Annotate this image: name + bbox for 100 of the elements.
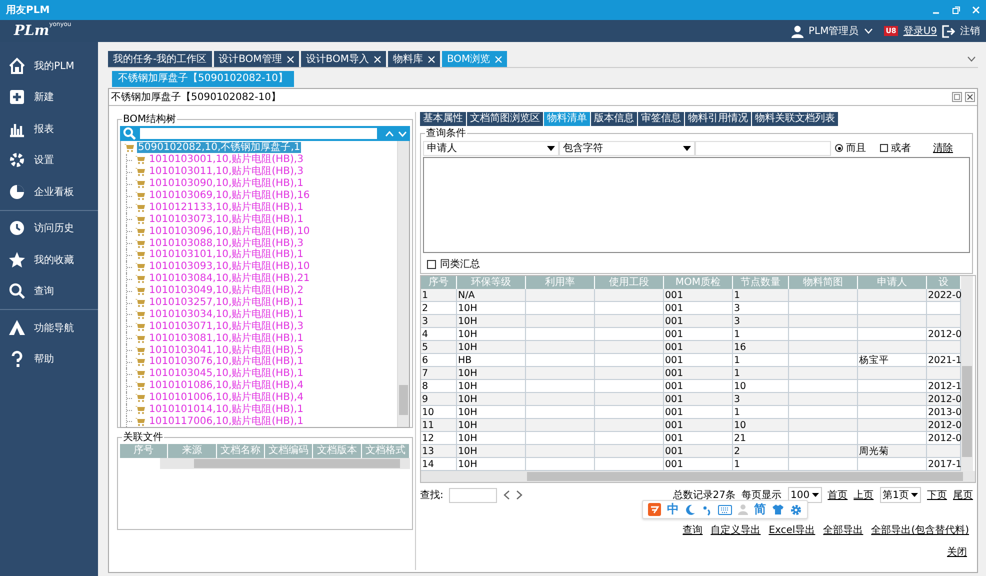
search-icon[interactable] <box>123 127 136 140</box>
action-link[interactable]: 全部导出 <box>823 523 864 537</box>
field-select[interactable]: 申请人 <box>423 140 559 156</box>
tab[interactable]: 物料清单 <box>544 112 590 126</box>
tree-item[interactable]: 1010121133,10,贴片电阻(HB),1 <box>148 202 304 213</box>
tab[interactable]: 设计BOM管理 <box>214 51 299 67</box>
chevron-right-icon[interactable] <box>516 490 524 500</box>
vertical-scrollbar[interactable] <box>397 141 409 428</box>
condition-area[interactable] <box>423 157 970 253</box>
tab[interactable]: 审签信息 <box>638 112 684 126</box>
sidebar-item[interactable]: 设置 <box>0 144 98 176</box>
tree-item[interactable]: 1010101014,10,贴片电阻(HB),1 <box>148 404 304 416</box>
close-icon[interactable] <box>965 92 975 102</box>
tree-item[interactable]: 1010101086,10,贴片电阻(HB),4 <box>148 380 304 392</box>
chevron-left-icon[interactable] <box>503 490 510 500</box>
sidebar-item[interactable]: 查询 <box>0 276 98 307</box>
horizontal-scrollbar[interactable] <box>160 458 410 469</box>
chevron-down-icon[interactable] <box>967 56 976 62</box>
next-page-link[interactable]: 下页 <box>927 488 947 502</box>
cart-icon <box>135 191 145 200</box>
previous-page-link[interactable]: 上页 <box>854 488 874 502</box>
checkbox[interactable] <box>427 260 436 268</box>
sidebar-item[interactable]: 报表 <box>0 113 98 144</box>
sidebar-item[interactable]: 我的PLM <box>0 50 98 82</box>
tab[interactable]: 版本信息 <box>591 112 637 126</box>
user-menu[interactable]: PLM管理员 <box>808 24 859 38</box>
tree-item[interactable]: 1010103071,10,贴片电阻(HB),3 <box>148 320 304 332</box>
close-link[interactable]: 关闭 <box>947 545 967 559</box>
cart-icon <box>135 226 145 236</box>
tab[interactable]: 文档简图浏览区 <box>467 112 543 126</box>
moon-icon[interactable] <box>685 504 696 516</box>
tree-item[interactable]: 1010103011,10,贴片电阻(HB),3 <box>148 166 304 178</box>
keyboard-icon[interactable] <box>718 504 732 514</box>
cart-icon <box>135 405 145 414</box>
script-toggle[interactable]: 简 <box>754 503 766 516</box>
input-mode-toggle[interactable]: 中 <box>667 503 679 516</box>
radio-button[interactable] <box>880 144 888 152</box>
tree-item[interactable]: 1010103049,10,贴片电阻(HB),2 <box>148 285 304 296</box>
chevron-up-icon[interactable] <box>385 130 394 136</box>
logout-link[interactable]: 注销 <box>960 24 980 38</box>
shirt-icon[interactable] <box>772 504 784 515</box>
tree-item[interactable]: 1010103073,10,贴片电阻(HB),1 <box>148 214 304 225</box>
sidebar-item[interactable]: 帮助 <box>0 344 98 375</box>
tree-item[interactable]: 1010103069,10,贴片电阻(HB),16 <box>148 190 311 201</box>
tree-item[interactable]: 1010103257,10,贴片电阻(HB),1 <box>148 297 304 308</box>
tree-item[interactable]: 1010103090,10,贴片电阻(HB),1 <box>148 178 304 190</box>
value-field[interactable] <box>695 140 831 156</box>
tab[interactable]: 我的任务-我的工作区 <box>108 51 212 67</box>
tab[interactable]: 物料关联文档列表 <box>752 112 838 126</box>
sidebar-item[interactable]: 新建 <box>0 82 98 113</box>
tree-item[interactable]: 1010103081,10,贴片电阻(HB),1 <box>148 332 304 344</box>
per-page-label: 每页显示 <box>742 489 782 502</box>
operator-select[interactable]: 包含字符 <box>559 140 695 156</box>
sidebar-item[interactable]: 企业看板 <box>0 176 98 208</box>
action-link[interactable]: 全部导出(包含替代料) <box>871 523 969 537</box>
page-select[interactable]: 第1页 <box>880 487 921 503</box>
action-link[interactable]: Excel导出 <box>768 523 816 537</box>
tree-item[interactable]: 1010103093,10,贴片电阻(HB),10 <box>148 261 311 272</box>
find-label: 查找: <box>420 488 444 502</box>
clear-link[interactable]: 清除 <box>933 141 953 155</box>
first-page-link[interactable]: 首页 <box>828 488 848 502</box>
radio-button[interactable] <box>835 144 843 152</box>
sidebar-item[interactable]: 功能导航 <box>0 312 98 344</box>
tree-item[interactable]: 1010103076,10,贴片电阻(HB),1 <box>148 356 304 368</box>
ime-logo-icon[interactable] <box>648 503 661 516</box>
tab[interactable]: BOM浏览 <box>442 51 508 67</box>
restore-icon[interactable] <box>952 6 960 14</box>
tree-item[interactable]: 1010103088,10,贴片电阻(HB),3 <box>148 238 304 249</box>
tree-item[interactable]: 5090102082,10,不锈钢加厚盘子,1 <box>137 142 302 154</box>
punctuation-icon[interactable] <box>702 504 712 516</box>
cart-icon <box>135 322 145 331</box>
tab[interactable]: 设计BOM导入 <box>300 51 386 67</box>
horizontal-scrollbar[interactable] <box>421 471 975 482</box>
tree-item[interactable]: 1010101006,10,贴片电阻(HB),4 <box>148 392 304 404</box>
last-page-link[interactable]: 尾页 <box>953 488 973 502</box>
document-tab[interactable]: 不锈钢加厚盘子【5090102082-10】 <box>112 71 294 87</box>
tab[interactable]: 物料引用情况 <box>685 112 751 126</box>
tab[interactable]: 基本属性 <box>420 112 466 126</box>
cart-icon <box>135 250 145 260</box>
settings-icon[interactable] <box>790 504 802 516</box>
logout-icon[interactable] <box>942 24 955 38</box>
vertical-scrollbar[interactable] <box>961 276 973 471</box>
tree-item[interactable]: 1010117006,10,贴片电阻(HB),1 <box>148 416 304 427</box>
section-legend: 查询条件 <box>425 126 467 140</box>
tree-item[interactable]: 1010103041,10,贴片电阻(HB),5 <box>148 344 304 356</box>
sidebar-item[interactable]: 访问历史 <box>0 212 98 244</box>
login-link[interactable]: 登录U9 <box>903 24 937 38</box>
tab[interactable]: 物料库 <box>388 51 440 67</box>
action-link[interactable]: 自定义导出 <box>710 523 761 537</box>
tree-item[interactable]: 1010103096,10,贴片电阻(HB),10 <box>148 226 311 237</box>
tree-item[interactable]: 1010103084,10,贴片电阻(HB),21 <box>148 273 311 284</box>
sidebar-item[interactable]: 我的收藏 <box>0 244 98 276</box>
tree-item[interactable]: 1010103101,10,贴片电阻(HB),1 <box>148 249 304 260</box>
tree-item[interactable]: 1010103045,10,贴片电阻(HB),1 <box>148 368 304 380</box>
tree-item[interactable]: 1010103034,10,贴片电阻(HB),1 <box>148 308 304 320</box>
logo-text: PLm <box>14 23 50 39</box>
tree-item[interactable]: 1010103001,10,贴片电阻(HB),3 <box>148 154 304 166</box>
find-field[interactable] <box>449 488 498 502</box>
action-link[interactable]: 查询 <box>682 523 703 537</box>
search-field[interactable] <box>140 128 377 139</box>
